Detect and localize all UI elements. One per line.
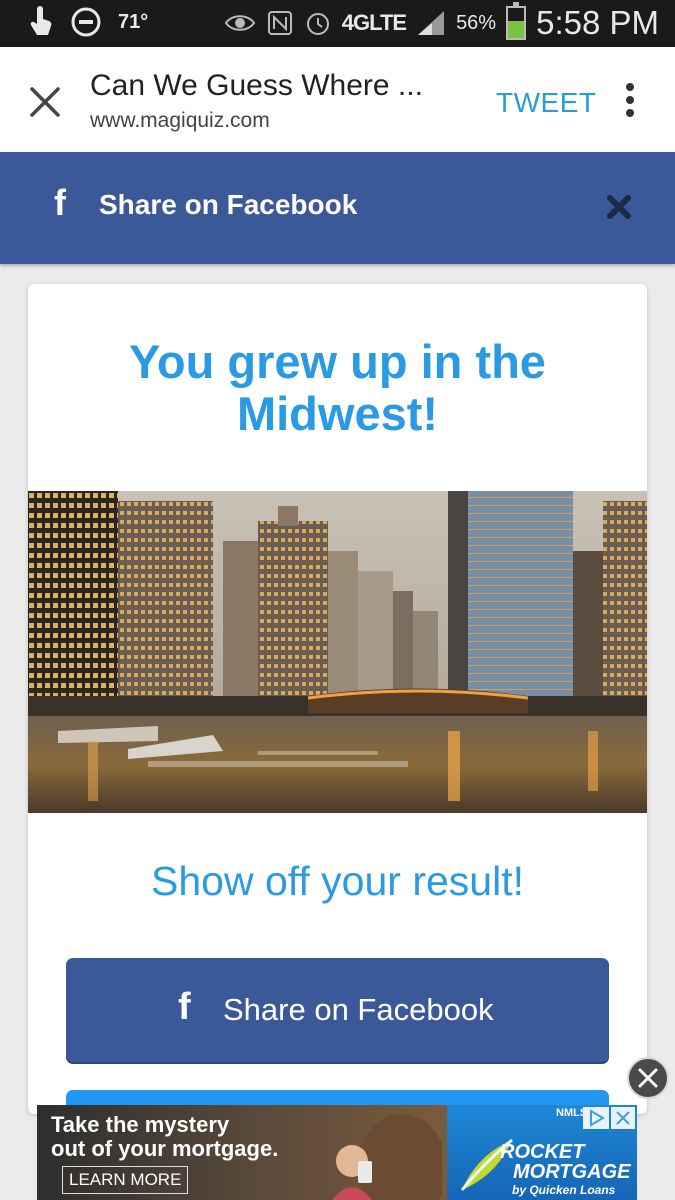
- result-card: You grew up in the Midwest! Show off you…: [28, 284, 647, 1114]
- ad-banner[interactable]: Take the mystery out of your mortgage. L…: [37, 1105, 637, 1200]
- ad-dismiss-icon[interactable]: [611, 1107, 635, 1129]
- custom-tab-toolbar: Can We Guess Where ... www.magiquiz.com …: [0, 47, 675, 152]
- ad-brand-line3: by Quicken Loans: [512, 1183, 616, 1197]
- status-bar: 71° 4GLTE 56% 5:58 PM: [0, 0, 675, 47]
- overflow-menu-icon[interactable]: [620, 83, 640, 123]
- chicago-river-photo: [28, 491, 647, 813]
- share-on-facebook-button[interactable]: f Share on Facebook: [66, 958, 609, 1062]
- show-off-heading: Show off your result!: [151, 858, 524, 904]
- ad-brand-line2: MORTGAGE: [513, 1161, 631, 1183]
- ad-headline-line2: out of your mortgage.: [51, 1136, 279, 1161]
- eye-icon: [224, 15, 255, 31]
- ad-close-button[interactable]: [627, 1057, 669, 1099]
- temperature: 71°: [118, 10, 149, 33]
- clock: 5:58 PM: [536, 4, 659, 41]
- close-icon[interactable]: [28, 85, 62, 119]
- ad-headline-line1: Take the mystery: [51, 1112, 230, 1137]
- nfc-icon: [267, 11, 292, 35]
- battery-icon: [506, 2, 527, 40]
- share-banner: f Share on Facebook: [0, 152, 675, 264]
- share-on-facebook-label: Share on Facebook: [223, 992, 494, 1027]
- share-banner-link[interactable]: Share on Facebook: [99, 189, 357, 221]
- page-title: Can We Guess Where ...: [90, 69, 423, 102]
- battery-percent: 56%: [456, 11, 497, 34]
- ad-learn-more-button[interactable]: LEARN MORE: [62, 1166, 189, 1194]
- signal-icon: [418, 11, 445, 35]
- page-url: www.magiquiz.com: [90, 109, 270, 132]
- touch-hand-icon: [30, 6, 52, 35]
- facebook-icon: f: [178, 986, 191, 1028]
- banner-dismiss-icon[interactable]: [604, 192, 634, 222]
- close-icon: [638, 1068, 658, 1088]
- facebook-icon: f: [54, 182, 66, 223]
- tweet-button[interactable]: TWEET: [496, 87, 597, 119]
- adchoices-icon[interactable]: [583, 1107, 609, 1129]
- result-title: You grew up in the Midwest!: [129, 335, 546, 440]
- network-type: 4GLTE: [341, 10, 407, 35]
- do-not-disturb-icon: [71, 7, 101, 37]
- alarm-icon: [306, 13, 329, 35]
- ad-people-illustration: [332, 1114, 442, 1200]
